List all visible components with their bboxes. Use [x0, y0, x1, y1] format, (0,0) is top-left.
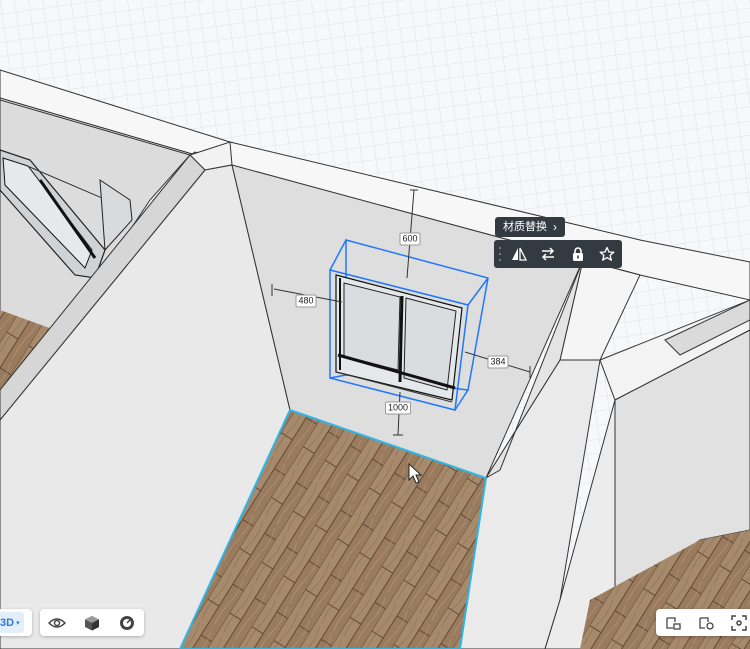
swap-button[interactable] [533, 240, 563, 268]
chevron-right-icon: › [553, 220, 557, 234]
room-settings-icon [699, 616, 714, 630]
dimension-label-bottom[interactable]: 1000 [384, 401, 412, 415]
fullscreen-icon [731, 614, 748, 631]
lock-icon [572, 247, 583, 261]
lock-button[interactable] [563, 240, 593, 268]
mirror-button[interactable] [504, 240, 534, 268]
room-tools-bar [656, 609, 750, 636]
view-mode-label: 3D [0, 616, 15, 629]
dimension-label-right[interactable]: 384 [487, 355, 509, 369]
mirror-icon [511, 247, 527, 261]
visibility-button[interactable] [44, 611, 70, 635]
favorite-button[interactable] [592, 240, 622, 268]
room-view-button[interactable] [660, 611, 686, 635]
drag-handle-icon[interactable] [496, 247, 504, 261]
camera-icon [119, 615, 134, 630]
cube-icon [84, 615, 99, 630]
room-view-icon [666, 616, 681, 630]
object-toolbar [494, 240, 622, 268]
room-settings-button[interactable] [693, 611, 719, 635]
camera-settings-button[interactable] [114, 611, 140, 635]
cube-view-button[interactable] [79, 611, 105, 635]
chevron-down-icon: ▾ [16, 619, 20, 627]
swap-icon [542, 247, 555, 261]
material-replace-button[interactable]: 材质替换 › [495, 217, 565, 237]
star-icon [599, 246, 615, 261]
eye-icon [48, 617, 67, 628]
view-mode-bar: 3D ▾ [0, 609, 32, 636]
view-tools-bar [40, 609, 144, 636]
material-replace-label: 材质替换 [503, 221, 547, 233]
dimension-label-top[interactable]: 600 [399, 232, 421, 246]
dimension-label-left[interactable]: 480 [295, 294, 317, 308]
3d-viewport[interactable] [0, 0, 750, 649]
view-mode-dropdown[interactable]: 3D ▾ [0, 612, 24, 633]
fullscreen-button[interactable] [726, 611, 750, 635]
